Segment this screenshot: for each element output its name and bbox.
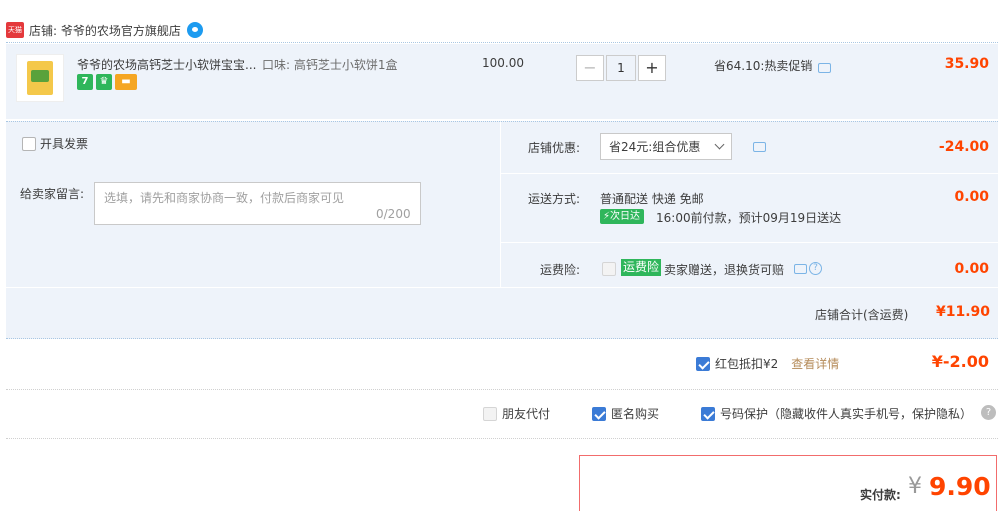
anonymous-checkbox[interactable] (592, 406, 607, 421)
insurance-help: ? (794, 262, 822, 275)
divider (6, 287, 998, 288)
shop-header: 天猫 店铺: 爷爷的农场官方旗舰店 (6, 18, 203, 42)
next-day-badge: ⚡次日达 (600, 209, 645, 224)
insurance-text: 卖家赠送，退换货可赔 (664, 263, 785, 277)
red-packet-row: 红包抵扣¥2 查看详情 (696, 355, 839, 372)
invoice-option[interactable]: 开具发票 (22, 135, 88, 152)
quantity-stepper: − 1 + (576, 55, 666, 81)
shop-total-amount: ¥11.90 (936, 304, 991, 320)
red-packet-label: 红包抵扣¥2 (715, 357, 779, 371)
shop-discount-label: 店铺优惠: (527, 141, 580, 155)
service-tags: 7 ♛ ▬ (77, 74, 137, 90)
shipping-method: 普通配送 快递 免邮 (600, 192, 704, 206)
insurance-label: 运费险: (539, 263, 580, 277)
number-protect-label: 号码保护（隐藏收件人真实手机号，保护隐私） (720, 407, 973, 421)
insurance-amount: 0.00 (954, 261, 989, 277)
pay-currency: ¥ (908, 474, 922, 499)
pay-label: 实付款: (860, 488, 901, 502)
red-packet-checkbox[interactable] (696, 356, 710, 371)
shipping-amount: 0.00 (954, 189, 989, 205)
memo-label: 给卖家留言: (20, 187, 85, 201)
message-icon[interactable] (794, 263, 807, 274)
tmall-logo-icon: 天猫 (6, 22, 24, 38)
unit-price: 100.00 (482, 56, 524, 70)
shop-total-label: 店铺合计(含运费) (815, 308, 909, 322)
product-sku: 口味: 高钙芝士小软饼1盒 (262, 58, 398, 72)
number-protect-option[interactable]: 号码保护（隐藏收件人真实手机号，保护隐私） (701, 405, 972, 422)
divider (6, 42, 998, 43)
insurance-badge: 运费险 (621, 259, 662, 276)
memo-counter: 0/200 (376, 207, 411, 221)
invoice-label: 开具发票 (40, 137, 89, 151)
shop-discount-amount: -24.00 (938, 139, 989, 155)
invoice-checkbox[interactable] (22, 136, 36, 151)
product-name[interactable]: 爷爷的农场高钙芝士小软饼宝宝... (77, 56, 256, 73)
message-icon[interactable] (818, 62, 832, 73)
anonymous-label: 匿名购买 (611, 407, 660, 421)
chevron-down-icon (714, 139, 725, 150)
message-icon[interactable] (753, 142, 766, 152)
red-packet-amount: ¥-2.00 (931, 352, 989, 371)
help-icon[interactable]: ? (981, 405, 996, 420)
item-promotion: 省64.10:热卖促销 (714, 57, 832, 74)
seven-day-return-icon[interactable]: 7 (77, 74, 93, 90)
number-protect-checkbox[interactable] (701, 406, 716, 421)
qty-plus-button[interactable]: + (638, 55, 666, 81)
friend-pay-option[interactable]: 朋友代付 (483, 405, 550, 422)
card-payment-icon[interactable]: ▬ (115, 74, 137, 90)
shop-name[interactable]: 店铺: 爷爷的农场官方旗舰店 (29, 22, 181, 39)
friend-pay-checkbox[interactable] (483, 406, 497, 421)
shop-discount-value: 省24元:组合优惠 (609, 140, 701, 154)
shipping-eta: 16:00前付款，预计09月19日送达 (656, 211, 842, 225)
pay-amount: 9.90 (929, 472, 991, 501)
divider (6, 438, 998, 439)
qty-input[interactable]: 1 (606, 55, 636, 81)
red-packet-detail-link[interactable]: 查看详情 (791, 355, 839, 372)
guarantee-icon[interactable]: ♛ (96, 74, 112, 90)
question-icon[interactable]: ? (809, 262, 822, 275)
insurance-checkbox (602, 262, 616, 276)
shipping-label: 运送方式: (527, 192, 580, 206)
divider (6, 389, 998, 390)
divider (500, 173, 998, 174)
anonymous-option[interactable]: 匿名购买 (592, 405, 659, 422)
promotion-text: 省64.10:热卖促销 (714, 59, 813, 73)
product-thumbnail[interactable] (16, 54, 64, 102)
shop-discount-select[interactable]: 省24元:组合优惠 (600, 133, 732, 160)
item-subtotal: 35.90 (944, 56, 989, 72)
friend-pay-label: 朋友代付 (502, 407, 551, 421)
order-options: 朋友代付 匿名购买 号码保护（隐藏收件人真实手机号，保护隐私） (483, 405, 972, 422)
memo-placeholder: 选填，请先和商家协商一致，付款后商家可见 (104, 191, 345, 205)
wangwang-chat-icon[interactable] (186, 22, 203, 38)
qty-minus-button[interactable]: − (576, 55, 604, 81)
divider (500, 242, 998, 243)
